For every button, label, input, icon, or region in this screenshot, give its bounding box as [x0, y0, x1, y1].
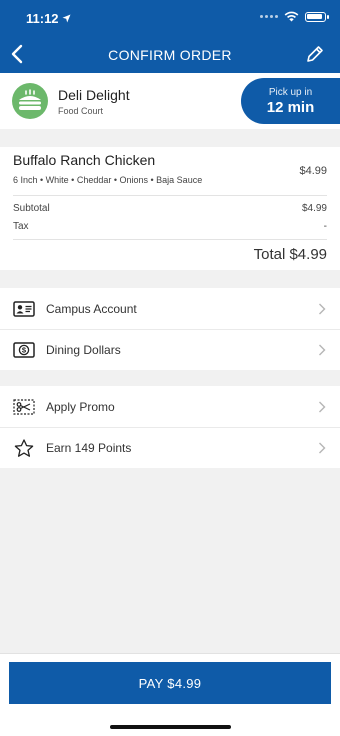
subtotal-label: Subtotal	[13, 203, 50, 214]
chevron-right-icon	[319, 303, 326, 314]
subtotal-value: $4.99	[301, 203, 327, 214]
tax-label: Tax	[13, 221, 29, 232]
divider	[13, 195, 327, 196]
scissors-icon	[13, 398, 35, 416]
apply-promo-label: Apply Promo	[46, 399, 115, 414]
restaurant-card: Deli Delight Food Court Pick up in 12 mi…	[0, 73, 340, 129]
status-time: 11:12	[26, 11, 59, 26]
extras-list: Apply Promo Earn 149 Points	[0, 386, 340, 468]
pickup-label: Pick up in	[268, 87, 313, 98]
wifi-icon	[284, 11, 299, 22]
payment-method-label: Dining Dollars	[46, 343, 121, 357]
edit-order-button[interactable]	[304, 43, 326, 65]
pay-button[interactable]: PAY $4.99	[9, 662, 331, 704]
payment-methods-list: Campus Account $ Dining Dollars	[0, 288, 340, 370]
payment-method-campus-account[interactable]: Campus Account	[0, 288, 340, 329]
earn-points-row[interactable]: Earn 149 Points	[0, 427, 340, 468]
sandwich-icon	[19, 89, 41, 110]
status-indicators	[260, 11, 329, 22]
order-item-name: Buffalo Ranch Chicken	[13, 152, 156, 168]
chevron-right-icon	[319, 401, 326, 412]
order-summary: Buffalo Ranch Chicken 6 Inch • White • C…	[0, 147, 340, 270]
order-item-options: 6 Inch • White • Cheddar • Onions • Baja…	[13, 175, 203, 185]
order-item-price: $4.99	[299, 165, 327, 177]
chevron-right-icon	[319, 442, 326, 454]
page-title: CONFIRM ORDER	[108, 47, 232, 63]
location-arrow-icon	[62, 14, 71, 23]
pickup-time: 12 min	[266, 99, 315, 116]
payment-method-label: Campus Account	[46, 301, 137, 316]
chevron-right-icon	[319, 344, 326, 356]
battery-icon	[305, 11, 329, 22]
app-header: 11:12 CONFIRM ORDER	[0, 0, 340, 73]
divider	[13, 239, 327, 240]
home-indicator[interactable]	[110, 725, 231, 729]
restaurant-logo	[12, 83, 48, 119]
apply-promo-row[interactable]: Apply Promo	[0, 386, 340, 427]
earn-points-label: Earn 149 Points	[46, 441, 132, 455]
restaurant-location: Food Court	[58, 106, 104, 116]
pickup-time-badge: Pick up in 12 min	[241, 78, 340, 124]
restaurant-name: Deli Delight	[58, 87, 130, 103]
pencil-icon	[307, 46, 323, 62]
cellular-signal-icon	[260, 15, 278, 18]
dollar-bill-icon: $	[13, 341, 35, 359]
tax-value: -	[323, 221, 327, 232]
payment-method-dining-dollars[interactable]: $ Dining Dollars	[0, 329, 340, 370]
id-card-icon	[13, 300, 35, 318]
star-icon	[13, 438, 35, 457]
pay-bar: PAY $4.99	[0, 653, 340, 736]
order-total: Total $4.99	[253, 246, 327, 263]
